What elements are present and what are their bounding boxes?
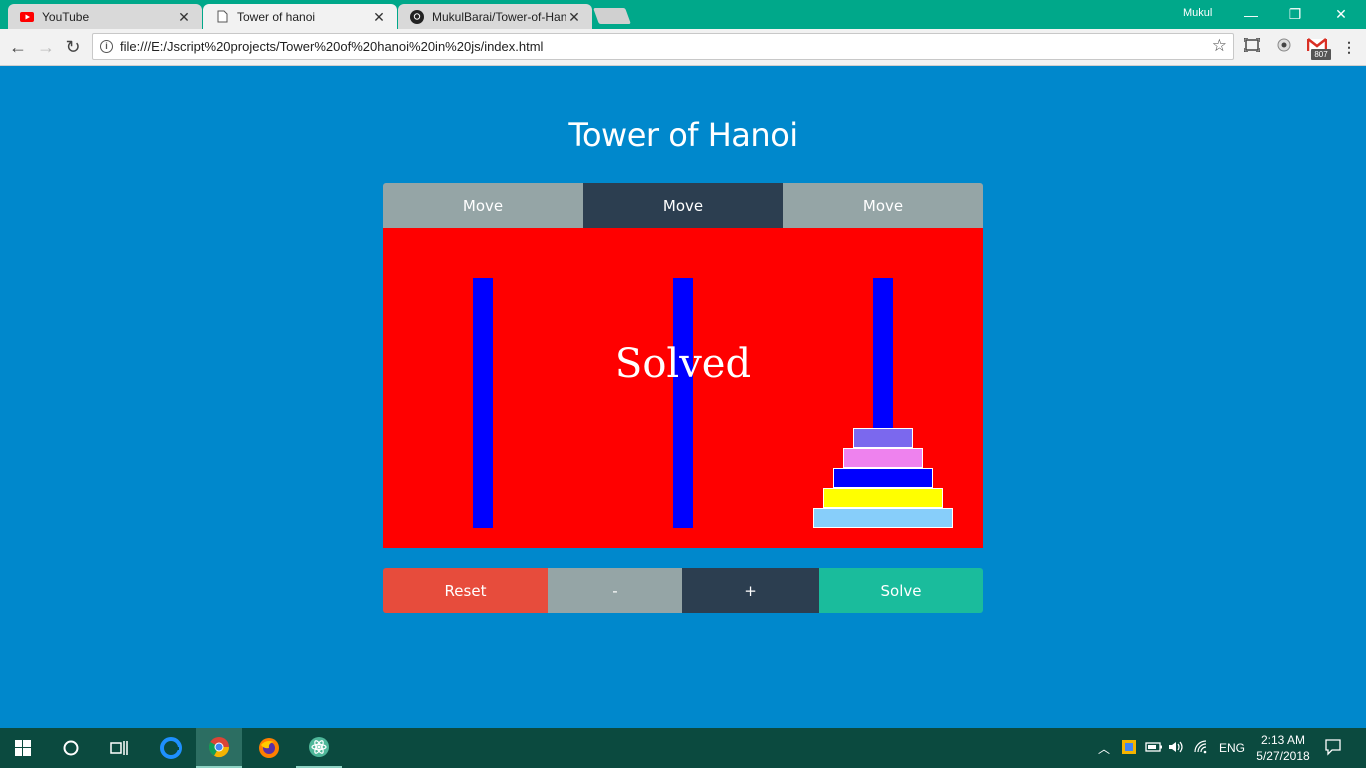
profile-name[interactable]: Mukul [1183,7,1212,19]
minimize-icon[interactable]: — [1228,0,1274,29]
tab-label: MukulBarai/Tower-of-Han [432,9,566,24]
reset-button[interactable]: Reset [383,568,548,613]
move-button-peg-2[interactable]: Move [583,183,783,228]
browser-toolbar: ← → ↻ i file:///E:/Jscript%20projects/To… [0,29,1366,66]
disk-1[interactable] [853,428,913,448]
move-label: Move [862,196,904,215]
browser-tab-strip: YouTube ✕ Tower of hanoi ✕ MukulBarai/To… [0,0,1366,29]
tab-youtube[interactable]: YouTube ✕ [8,4,202,29]
disk-4[interactable] [823,488,943,508]
control-button-row: Reset - + Solve [383,568,983,613]
move-button-peg-1[interactable]: Move [383,183,583,228]
reload-icon[interactable]: ↻ [61,35,85,59]
game-board: Solved [383,228,983,548]
move-label: Move [662,196,704,215]
close-tab-icon[interactable]: ✕ [566,9,582,25]
edge-browser-icon[interactable] [148,728,194,768]
chrome-icon[interactable] [196,728,242,768]
taskbar-clock[interactable]: 2:13 AM 5/27/2018 [1250,732,1316,764]
close-tab-icon[interactable]: ✕ [176,9,192,25]
page-icon [215,10,229,24]
move-button-row: Move Move Move [383,183,983,228]
decrease-disks-button[interactable]: - [548,568,682,613]
firefox-icon[interactable] [246,728,292,768]
restore-icon[interactable]: ❐ [1272,0,1318,29]
address-bar[interactable]: i file:///E:/Jscript%20projects/Tower%20… [92,33,1234,60]
increase-disks-button[interactable]: + [682,568,819,613]
solve-button[interactable]: Solve [819,568,983,613]
input-language[interactable]: ENG [1219,741,1245,755]
move-label: Move [462,196,504,215]
tab-label: Tower of hanoi [237,9,316,24]
cortana-search-icon[interactable] [48,728,94,768]
windows-start-icon[interactable] [0,728,46,768]
wifi-icon[interactable] [1194,740,1210,757]
peg-2[interactable] [673,278,693,528]
google-drive-tray-icon[interactable] [1121,739,1137,758]
page-title: Tower of Hanoi [568,116,798,154]
peg-1[interactable] [473,278,493,528]
info-icon[interactable]: i [100,40,113,53]
github-icon [410,9,424,24]
windows-taskbar: ︿ ENG 2:13 AM 5/27/2018 [0,728,1366,768]
youtube-icon [20,10,34,24]
tab-github[interactable]: MukulBarai/Tower-of-Han ✕ [398,4,592,29]
gmail-count-badge: 807 [1311,49,1331,60]
close-tab-icon[interactable]: ✕ [371,9,387,25]
new-tab-button[interactable] [593,8,631,24]
bookmark-star-icon[interactable]: ☆ [1212,37,1227,55]
disk-5[interactable] [813,508,953,528]
show-hidden-icons-chevron-icon[interactable]: ︿ [1098,740,1110,757]
battery-icon[interactable] [1145,740,1163,757]
eye-extension-icon[interactable] [1273,37,1295,59]
disk-3[interactable] [833,468,933,488]
disk-2[interactable] [843,448,923,468]
tab-tower-of-hanoi[interactable]: Tower of hanoi ✕ [203,4,397,29]
task-view-icon[interactable] [96,728,142,768]
notifications-icon[interactable] [1324,738,1342,759]
forward-icon[interactable]: → [34,35,58,59]
volume-icon[interactable] [1168,740,1184,757]
back-icon[interactable]: ← [6,35,30,59]
tab-label: YouTube [42,9,90,24]
atom-editor-icon[interactable] [296,728,342,768]
screen-capture-extension-icon[interactable] [1241,37,1263,59]
url-text: file:///E:/Jscript%20projects/Tower%20of… [120,39,544,54]
close-window-icon[interactable]: ✕ [1318,0,1364,29]
move-button-peg-3[interactable]: Move [783,183,983,228]
clock-date: 5/27/2018 [1256,749,1310,763]
hanoi-game: Move Move Move Solved [383,183,983,548]
clock-time: 2:13 AM [1260,733,1306,747]
menu-dots-icon[interactable]: ⋮ [1338,37,1360,59]
solved-status: Solved [614,341,752,387]
